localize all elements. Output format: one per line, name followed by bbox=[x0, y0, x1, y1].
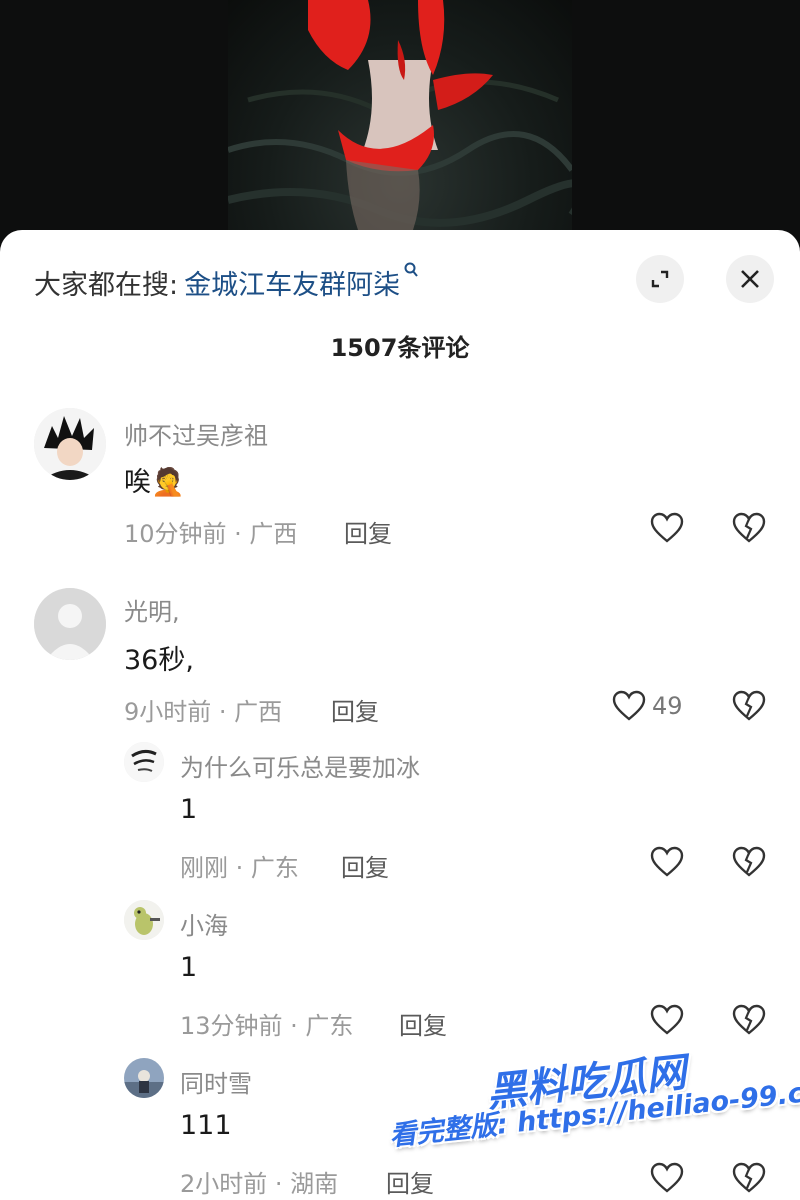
like-button[interactable] bbox=[650, 1004, 684, 1036]
search-suggestion[interactable]: 大家都在搜: 金城江车友群阿柒 bbox=[34, 262, 418, 302]
avatar[interactable] bbox=[124, 1058, 164, 1098]
broken-heart-icon bbox=[732, 690, 766, 721]
comment-meta: 2小时前 · 湖南 bbox=[180, 1170, 339, 1198]
search-query-link[interactable]: 金城江车友群阿柒 bbox=[184, 263, 400, 302]
avatar[interactable] bbox=[124, 900, 164, 940]
close-icon bbox=[741, 270, 759, 288]
dislike-button[interactable] bbox=[732, 846, 766, 882]
dislike-button[interactable] bbox=[732, 1162, 766, 1198]
comment-username[interactable]: 同时雪 bbox=[180, 1064, 252, 1099]
search-icon[interactable] bbox=[404, 262, 418, 282]
video-image bbox=[228, 0, 572, 230]
video-background[interactable] bbox=[0, 0, 800, 260]
comment-text: 唉🤦 bbox=[124, 467, 185, 498]
like-button[interactable] bbox=[650, 846, 684, 878]
reply-button[interactable]: 回复 bbox=[344, 514, 392, 549]
comment-meta: 10分钟前 · 广西 bbox=[124, 520, 298, 548]
like-count: 49 bbox=[652, 692, 683, 720]
expand-icon bbox=[651, 270, 669, 288]
avatar[interactable] bbox=[34, 588, 106, 660]
comment-username[interactable]: 小海 bbox=[180, 906, 228, 941]
reply-button[interactable]: 回复 bbox=[399, 1006, 447, 1041]
comment-count: 1507条评论 bbox=[330, 334, 470, 362]
comment-username[interactable]: 为什么可乐总是要加冰 bbox=[180, 748, 420, 783]
like-button[interactable] bbox=[650, 512, 684, 544]
avatar[interactable] bbox=[34, 408, 106, 480]
broken-heart-icon bbox=[732, 1004, 766, 1035]
broken-heart-icon bbox=[732, 1162, 766, 1193]
dislike-button[interactable] bbox=[732, 512, 766, 548]
comment-text: 36秒, bbox=[124, 645, 194, 676]
avatar[interactable] bbox=[124, 742, 164, 782]
like-button[interactable] bbox=[650, 1162, 684, 1194]
broken-heart-icon bbox=[732, 512, 766, 543]
comment-username[interactable]: 光明, bbox=[124, 592, 180, 627]
close-button[interactable] bbox=[726, 255, 774, 303]
comment-meta: 9小时前 · 广西 bbox=[124, 698, 283, 726]
reply-button[interactable]: 回复 bbox=[331, 692, 379, 727]
broken-heart-icon bbox=[732, 846, 766, 877]
reply-button[interactable]: 回复 bbox=[386, 1164, 434, 1199]
comment-text: 1 bbox=[180, 794, 198, 825]
comment-text: 1 bbox=[180, 952, 198, 983]
dislike-button[interactable] bbox=[732, 690, 766, 726]
heart-icon bbox=[650, 512, 684, 543]
comment-text: 111 bbox=[180, 1110, 232, 1141]
heart-icon bbox=[612, 690, 646, 721]
search-prefix: 大家都在搜: bbox=[34, 269, 179, 301]
like-button[interactable]: 49 bbox=[612, 690, 683, 722]
comment-username[interactable]: 帅不过吴彦祖 bbox=[124, 416, 268, 451]
heart-icon bbox=[650, 1004, 684, 1035]
expand-button[interactable] bbox=[636, 255, 684, 303]
comment-meta: 刚刚 · 广东 bbox=[180, 854, 299, 882]
reply-button[interactable]: 回复 bbox=[341, 848, 389, 883]
dislike-button[interactable] bbox=[732, 1004, 766, 1040]
video-thumbnail[interactable] bbox=[228, 0, 572, 260]
comment-meta: 13分钟前 · 广东 bbox=[180, 1012, 354, 1040]
heart-icon bbox=[650, 846, 684, 877]
heart-icon bbox=[650, 1162, 684, 1193]
